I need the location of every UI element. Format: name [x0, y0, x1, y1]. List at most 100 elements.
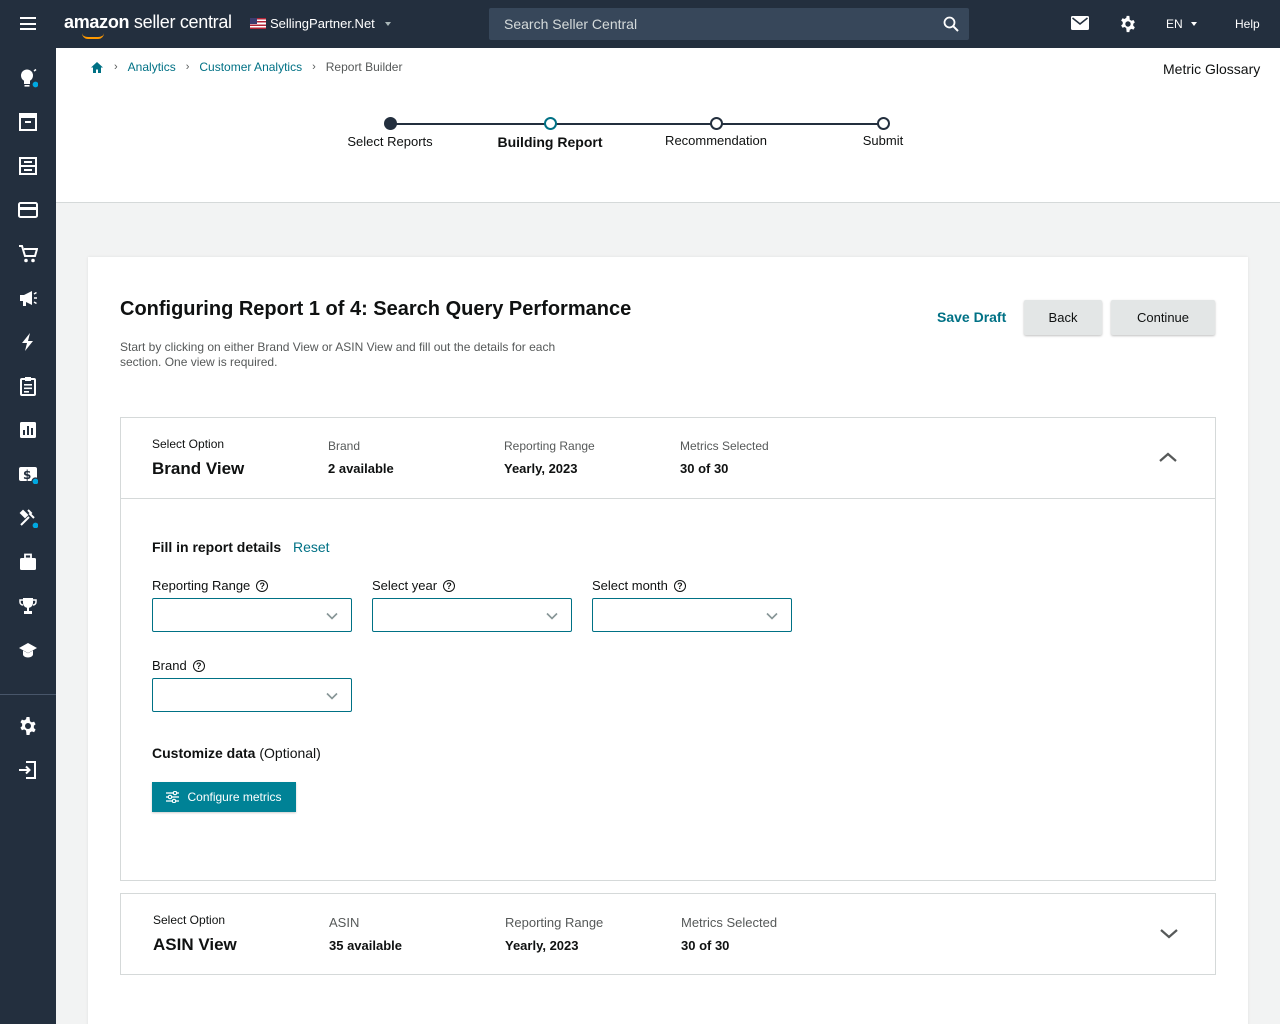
fill-report-details-heading: Fill in report details: [152, 539, 282, 555]
select-option-label: Select Option: [153, 913, 226, 927]
chevron-down-icon: [326, 692, 338, 700]
hamburger-menu-icon[interactable]: [20, 17, 36, 30]
brand-value: 2 available: [328, 461, 394, 476]
optional-label: (Optional): [259, 745, 321, 761]
breadcrumb-analytics[interactable]: Analytics: [128, 60, 176, 74]
catalog-icon[interactable]: [18, 112, 38, 132]
help-question-icon[interactable]: ?: [673, 579, 686, 592]
help-question-icon[interactable]: ?: [443, 579, 456, 592]
orders-cart-icon[interactable]: [18, 244, 38, 264]
breadcrumb-separator-icon: ›: [114, 61, 118, 73]
reports-clipboard-icon[interactable]: [18, 376, 38, 396]
reporting-range-label: Reporting Range: [504, 439, 595, 453]
asin-view-header[interactable]: Select Option ASIN View ASIN 35 availabl…: [121, 894, 1215, 974]
configure-metrics-button[interactable]: Configure metrics: [152, 782, 296, 812]
metrics-selected-label: Metrics Selected: [681, 915, 778, 930]
settings-gear-icon[interactable]: [1119, 15, 1137, 33]
configure-metrics-label: Configure metrics: [187, 790, 282, 804]
sidebar-divider: [0, 694, 56, 695]
trophy-icon[interactable]: [18, 596, 38, 616]
chevron-up-icon[interactable]: [1158, 451, 1178, 463]
breadcrumb: › Analytics › Customer Analytics › Repor…: [90, 60, 402, 74]
payments-card-icon[interactable]: [18, 200, 38, 220]
brand-select[interactable]: [152, 678, 352, 712]
breadcrumb-current: Report Builder: [325, 60, 403, 74]
analytics-chart-icon[interactable]: [18, 420, 38, 440]
chevron-down-icon: [766, 612, 778, 620]
chevron-down-icon[interactable]: [1159, 928, 1179, 940]
logo-amazon-text: amazon: [64, 12, 130, 32]
help-question-icon[interactable]: ?: [256, 579, 269, 592]
search-icon[interactable]: [943, 16, 959, 32]
advertising-megaphone-icon[interactable]: [18, 288, 38, 308]
back-button[interactable]: Back: [1024, 300, 1102, 335]
chevron-down-icon: [546, 612, 558, 620]
select-year-select[interactable]: [372, 598, 572, 632]
select-month-field-label: Select month ?: [592, 578, 686, 593]
caret-down-icon: [384, 21, 391, 26]
learn-graduation-cap-icon[interactable]: [18, 640, 38, 660]
lightbulb-icon[interactable]: [18, 68, 38, 88]
select-option-label: Select Option: [152, 437, 225, 451]
select-month-select[interactable]: [592, 598, 792, 632]
help-question-icon[interactable]: ?: [192, 659, 205, 672]
step-dot-submit: [877, 117, 890, 130]
settings-gear-icon[interactable]: [18, 716, 38, 736]
home-icon[interactable]: [90, 61, 104, 74]
caret-down-icon: [1190, 22, 1197, 26]
pricing-dollar-icon[interactable]: $: [18, 464, 38, 484]
brand-view-section: Select Option Brand View Brand 2 availab…: [120, 417, 1216, 881]
sidebar-navigation: $: [0, 48, 56, 1024]
sign-out-icon[interactable]: [18, 760, 38, 780]
metrics-selected-value: 30 of 30: [680, 461, 729, 476]
reporting-range-value: Yearly, 2023: [505, 938, 579, 953]
mail-icon[interactable]: [1071, 16, 1089, 30]
reset-link[interactable]: Reset: [293, 539, 330, 555]
language-label: EN: [1166, 17, 1183, 31]
reporting-range-field-text: Reporting Range: [152, 578, 251, 593]
stepper-line: [396, 123, 878, 125]
brand-label: Brand: [328, 439, 361, 453]
us-flag-icon: [250, 18, 266, 29]
amazon-seller-central-logo[interactable]: amazon seller central: [64, 12, 232, 39]
select-year-field-text: Select year: [372, 578, 438, 593]
page-description: Start by clicking on either Brand View o…: [120, 340, 556, 369]
metric-glossary-link[interactable]: Metric Glossary: [1163, 61, 1260, 77]
chevron-down-icon: [326, 612, 338, 620]
reporting-range-label: Reporting Range: [505, 915, 604, 930]
step-label-recommendation: Recommendation: [665, 133, 767, 148]
step-dot-select-reports: [384, 117, 397, 130]
metrics-selected-value: 30 of 30: [681, 938, 730, 953]
marketplace-switcher[interactable]: SellingPartner.Net: [250, 16, 391, 31]
step-label-submit: Submit: [862, 133, 904, 148]
customize-data-label: Customize data: [152, 745, 256, 761]
brand-view-body: Fill in report details Reset Reporting R…: [121, 498, 1215, 880]
select-month-field-text: Select month: [592, 578, 668, 593]
inventory-icon[interactable]: [18, 156, 38, 176]
logo-smile-icon: [82, 33, 104, 39]
brand-view-title: Brand View: [152, 459, 245, 478]
continue-button[interactable]: Continue: [1111, 300, 1215, 335]
sliders-icon: [166, 791, 180, 803]
briefcase-icon[interactable]: [18, 552, 38, 572]
asin-view-title: ASIN View: [153, 935, 237, 954]
reporting-range-select[interactable]: [152, 598, 352, 632]
language-selector[interactable]: EN: [1166, 17, 1197, 31]
search-input[interactable]: [489, 8, 969, 40]
breadcrumb-customer-analytics[interactable]: Customer Analytics: [199, 60, 302, 74]
breadcrumb-separator-icon: ›: [185, 61, 190, 73]
asin-label: ASIN: [329, 915, 360, 930]
step-label-building-report: Building Report: [497, 134, 603, 150]
tools-icon[interactable]: [18, 508, 38, 528]
report-config-card: Configuring Report 1 of 4: Search Query …: [88, 257, 1248, 1024]
marketplace-name: SellingPartner.Net: [270, 16, 375, 31]
help-link[interactable]: Help: [1235, 17, 1260, 31]
reporting-range-field-label: Reporting Range ?: [152, 578, 269, 593]
brand-field-label: Brand ?: [152, 658, 205, 673]
lightning-icon[interactable]: [18, 332, 38, 352]
svg-text:$: $: [23, 468, 31, 482]
asin-value: 35 available: [329, 938, 402, 953]
save-draft-button[interactable]: Save Draft: [937, 309, 1006, 325]
brand-view-header[interactable]: Select Option Brand View Brand 2 availab…: [121, 418, 1215, 498]
step-label-select-reports: Select Reports: [347, 134, 433, 149]
